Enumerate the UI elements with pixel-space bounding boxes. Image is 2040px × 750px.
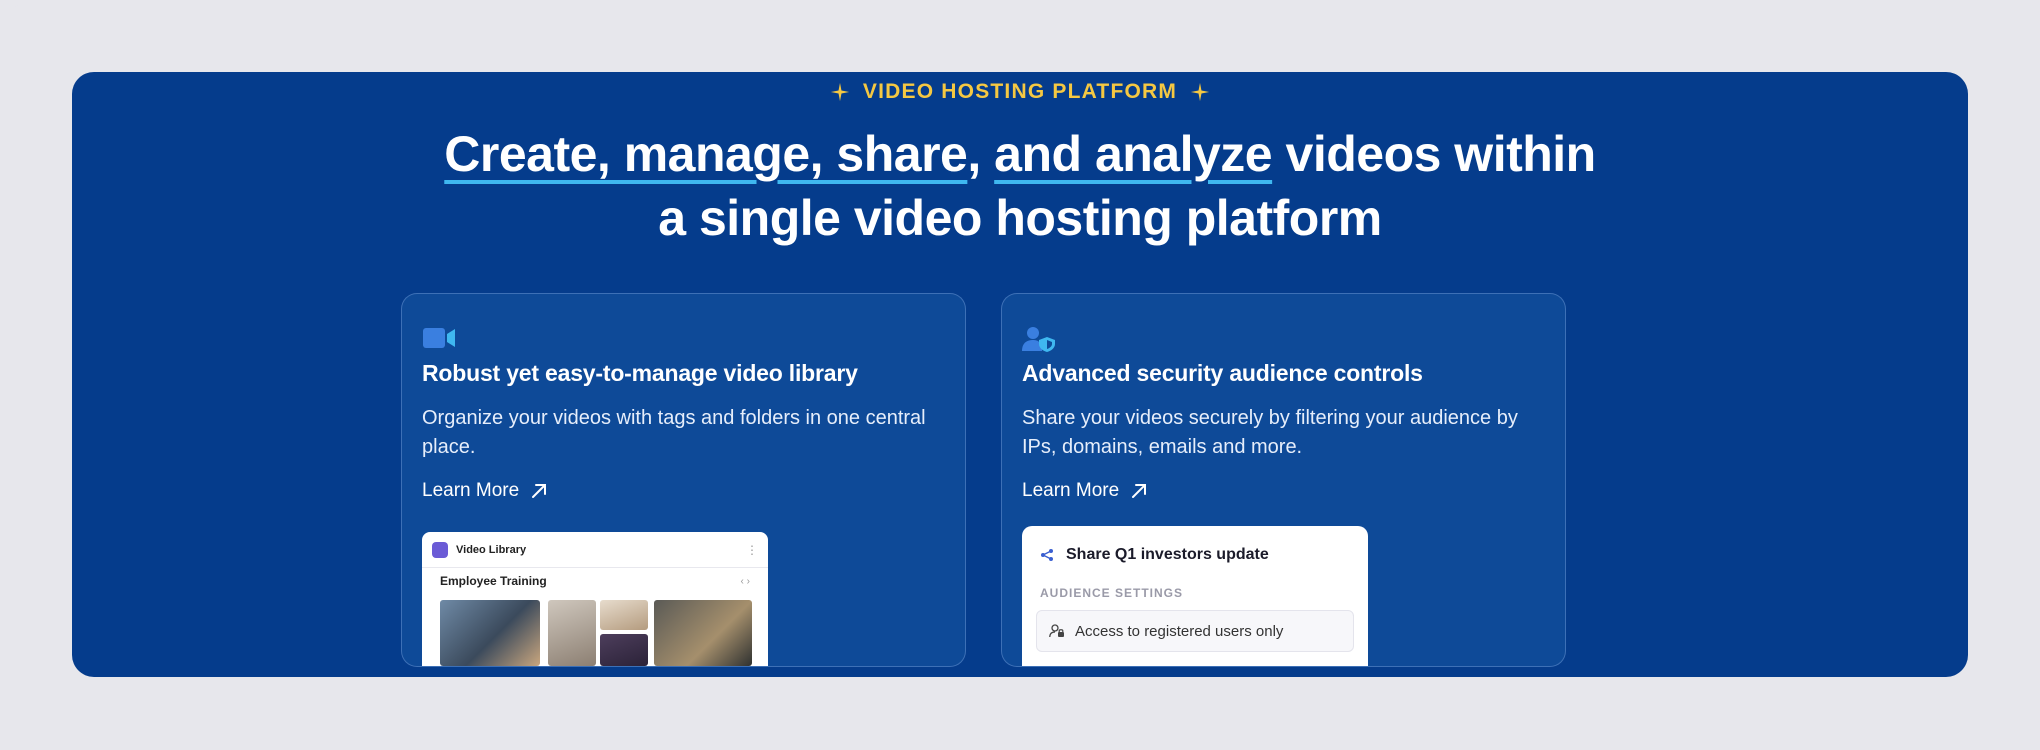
learn-more-link[interactable]: Learn More — [1022, 480, 1149, 502]
arrow-up-right-icon — [1132, 484, 1147, 498]
video-thumbnail[interactable] — [600, 634, 648, 666]
card-description: Organize your videos with tags and folde… — [422, 407, 926, 458]
feature-card-security: Advanced security audience controls Shar… — [1001, 293, 1566, 667]
video-camera-icon — [423, 328, 455, 348]
audience-option-label: Access to registered users only — [1075, 622, 1284, 640]
feature-card-video-library: Robust yet easy-to-manage video library … — [401, 293, 966, 667]
audience-option[interactable]: Access to registered users only — [1036, 610, 1354, 652]
share-settings-preview: Share Q1 investors update AUDIENCE SETTI… — [1022, 526, 1368, 666]
nav-arrows-icon[interactable]: ‹ › — [741, 576, 750, 587]
learn-more-label: Learn More — [1022, 480, 1120, 501]
video-thumbnail[interactable] — [654, 600, 752, 666]
preview-section-header: Employee Training ‹ › — [422, 574, 768, 588]
card-description: Share your videos securely by filtering … — [1022, 407, 1518, 458]
headline-line-2: a single video hosting platform — [658, 190, 1382, 246]
sparkle-icon — [1190, 82, 1210, 102]
page-frame: VIDEO HOSTING PLATFORM Create, manage, s… — [0, 0, 2040, 750]
headline-underlined-1: Create, manage, share — [444, 126, 968, 182]
video-thumbnail[interactable] — [600, 600, 648, 630]
share-header: Share Q1 investors update — [1022, 526, 1368, 564]
section-title: Employee Training — [440, 574, 547, 588]
eyebrow: VIDEO HOSTING PLATFORM — [72, 80, 1968, 104]
eyebrow-text: VIDEO HOSTING PLATFORM — [862, 80, 1178, 103]
share-title: Share Q1 investors update — [1066, 546, 1269, 563]
app-title: Video Library — [456, 543, 527, 556]
user-shield-icon — [1022, 327, 1055, 352]
preview-titlebar: Video Library ⋮ — [422, 532, 768, 568]
sparkle-icon — [830, 82, 850, 102]
user-lock-icon — [1049, 624, 1064, 638]
headline: Create, manage, share, and analyze video… — [72, 122, 1968, 250]
card-title: Advanced security audience controls — [1022, 360, 1423, 386]
video-library-preview: Video Library ⋮ Employee Training ‹ › — [422, 532, 768, 666]
video-thumbnail[interactable] — [440, 600, 540, 666]
headline-underlined-2: and analyze — [994, 126, 1273, 182]
card-title: Robust yet easy-to-manage video library — [422, 360, 858, 386]
audience-settings-label: AUDIENCE SETTINGS — [1040, 586, 1184, 600]
headline-rest: videos within — [1272, 126, 1597, 182]
headline-comma: , — [967, 126, 981, 182]
video-thumbnail[interactable] — [548, 600, 596, 666]
hero-panel: VIDEO HOSTING PLATFORM Create, manage, s… — [72, 72, 1968, 677]
share-icon — [1041, 549, 1053, 561]
arrow-up-right-icon — [532, 484, 547, 498]
app-icon — [432, 541, 448, 558]
learn-more-link[interactable]: Learn More — [422, 480, 549, 502]
more-menu-icon[interactable]: ⋮ — [746, 543, 758, 557]
learn-more-label: Learn More — [422, 480, 520, 501]
